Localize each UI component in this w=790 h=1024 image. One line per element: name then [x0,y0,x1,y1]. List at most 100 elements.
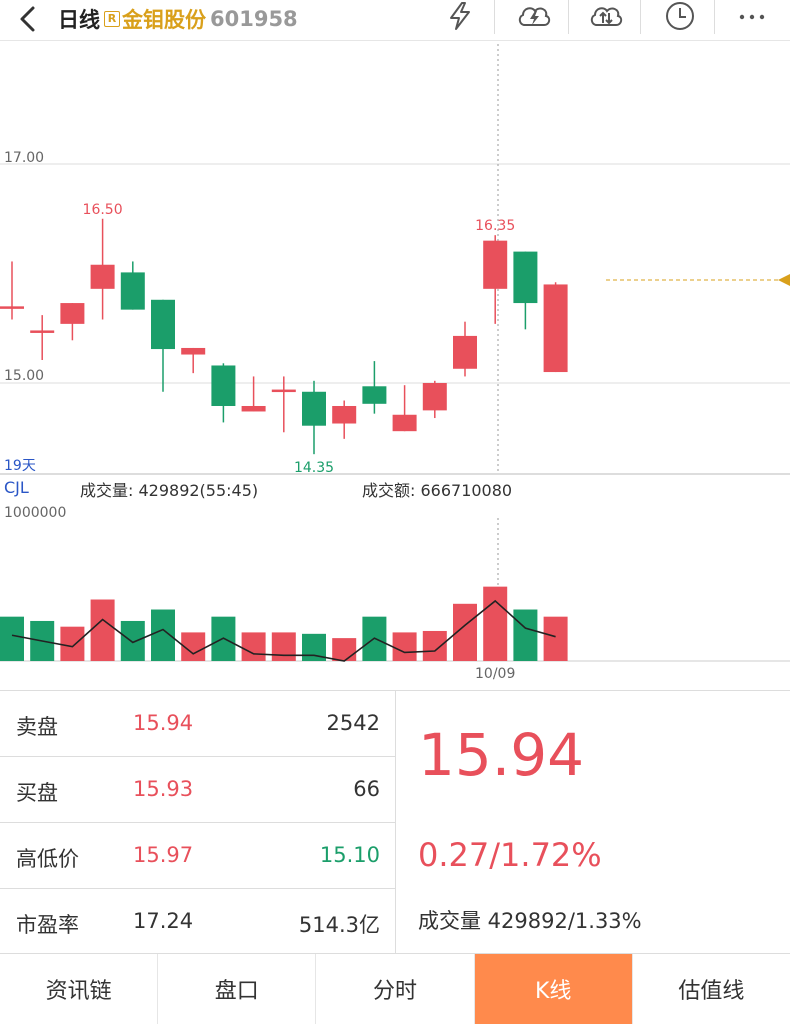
current-price: 15.94 [418,721,585,789]
candle-body [30,330,55,333]
row-value-1: 17.24 [133,909,194,933]
volume-bar [422,630,447,661]
app-header: 日线 R 金钼股份 601958 [0,0,790,41]
tab-order-book[interactable]: 盘口 [158,954,317,1024]
days-label: 19天 [4,458,36,474]
candlestick [211,363,236,423]
candlestick [0,261,24,320]
candlestick [513,251,538,330]
candle-body [543,284,568,373]
volume-bar [60,626,85,661]
candle-body [241,405,266,412]
candlestick [543,282,568,373]
row-value-2: 514.3亿 [298,913,380,937]
price-annotation: 14.35 [294,460,334,476]
tab-valuation[interactable]: 估值线 [633,954,790,1024]
current-price-marker-icon [778,274,790,286]
candle-body [0,306,24,309]
candlestick-series [0,218,568,455]
tab-intraday[interactable]: 分时 [316,954,475,1024]
volume-bar [271,632,296,661]
volume-bar [0,616,24,661]
row-label: 买盘 [16,781,58,805]
candle-body [151,299,175,350]
date-label: 10/09 [475,666,515,682]
candle-body [60,303,85,324]
volume-bars [0,586,568,661]
candlestick [302,380,326,455]
annotation-layer: 16.50 16.35 14.35 [83,202,516,476]
candle-body [332,405,357,424]
stock-name: 金钼股份 [122,8,206,32]
candlestick [271,376,296,433]
volume-summary: 成交量: 429892(55:45) [80,481,258,500]
indicator-label[interactable]: CJL [4,478,29,497]
header-divider [494,0,495,34]
volume-bar [392,632,417,661]
quote-row-pe: 市盈率 17.24 514.3亿 [0,889,396,955]
volume-bar [151,609,175,661]
row-value-1: 15.94 [133,711,194,735]
candlestick [120,261,145,310]
quote-table: 卖盘 15.94 2542 买盘 15.93 66 高低价 15.97 15.1… [0,690,396,954]
candle-body [513,251,538,304]
row-value-2: 2542 [326,711,380,735]
candlestick [241,376,266,412]
row-label: 市盈率 [16,913,79,937]
price-annotation: 16.35 [475,218,515,234]
volume-bar [90,599,115,661]
kline-chart-area[interactable]: 17.00 15.00 19天 CJL 成交量: 429892(55:45) 成… [0,40,790,690]
back-icon[interactable] [14,4,44,34]
row-value-2: 15.10 [319,843,380,867]
volume-bar [483,586,508,661]
price-change: 0.27/1.72% [418,836,602,874]
candlestick [60,303,85,341]
row-label: 高低价 [16,847,79,871]
candlestick [151,299,175,392]
tab-news-chain[interactable]: 资讯链 [0,954,159,1024]
candle-body [302,391,326,426]
candlestick [362,361,387,414]
stock-code: 601958 [210,7,298,31]
candlestick [30,315,55,361]
candlestick [483,235,508,324]
stock-title: 日线 R 金钼股份 601958 [58,4,298,34]
header-divider [568,0,569,34]
candle-body [181,347,206,355]
cloud-sync-icon[interactable] [586,0,626,32]
candlestick [90,218,115,320]
volume-bar [332,638,357,661]
volume-scale-label: 1000000 [4,505,66,521]
quote-row-sell: 卖盘 15.94 2542 [0,691,396,757]
price-annotation: 16.50 [83,202,123,218]
more-icon[interactable] [732,0,772,32]
kline-chart[interactable]: 17.00 15.00 19天 CJL 成交量: 429892(55:45) 成… [0,40,790,690]
candle-body [211,365,236,406]
volume-bar [120,620,145,661]
candlestick [422,380,447,419]
candle-body [90,264,115,289]
lightning-icon[interactable] [440,0,480,32]
volume-bar [543,616,568,661]
r-badge-icon: R [104,11,120,27]
row-value-1: 15.97 [133,843,194,867]
candle-body [453,335,477,369]
price-summary: 15.94 0.27/1.72% 成交量 429892/1.33% [396,690,790,954]
candle-body [483,240,508,289]
candle-body [362,386,387,404]
tab-kline[interactable]: K线 [474,954,633,1024]
candlestick [392,385,417,432]
candlestick [332,400,357,439]
amount-summary: 成交额: 666710080 [362,481,512,500]
candle-body [120,272,145,310]
header-divider [714,0,715,34]
bottom-tab-bar: 资讯链 盘口 分时 K线 估值线 [0,954,790,1024]
period-label: 日线 [58,8,100,32]
clock-icon[interactable] [660,0,700,32]
quote-row-high-low: 高低价 15.97 15.10 [0,823,396,889]
quote-panel: 卖盘 15.94 2542 买盘 15.93 66 高低价 15.97 15.1… [0,690,790,954]
row-value-2: 66 [353,777,380,801]
cloud-refresh-icon[interactable] [514,0,554,32]
volume-bar [513,609,538,661]
candle-body [271,389,296,393]
